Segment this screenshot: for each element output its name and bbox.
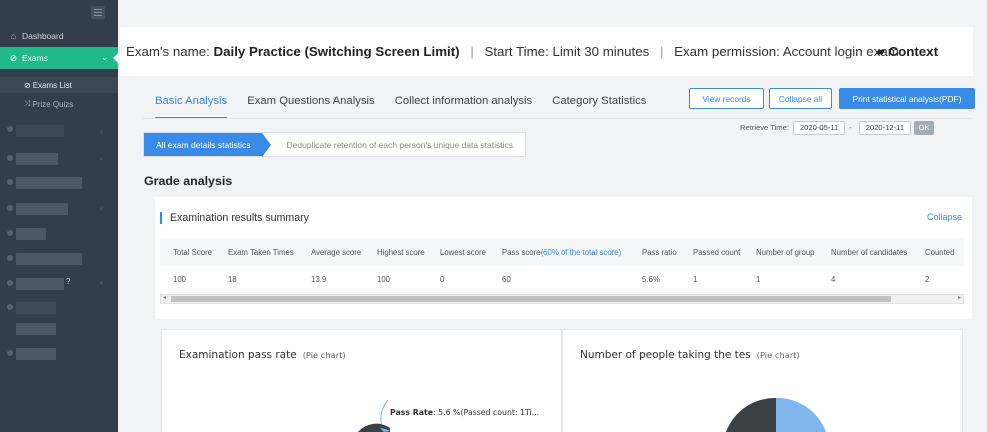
people-pie-slice-light xyxy=(776,397,826,432)
pie-label-value: : 5.6 %(Passed count: 1Ti... xyxy=(433,408,540,417)
pie-charts xyxy=(358,397,826,432)
pass-rate-pie-label: Pass Rate: 5.6 %(Passed count: 1Ti... xyxy=(390,408,539,417)
pass-rate-leader-line xyxy=(380,399,389,429)
pie-label-key: Pass Rate xyxy=(390,408,434,417)
people-pie-slice-dark xyxy=(726,397,776,432)
